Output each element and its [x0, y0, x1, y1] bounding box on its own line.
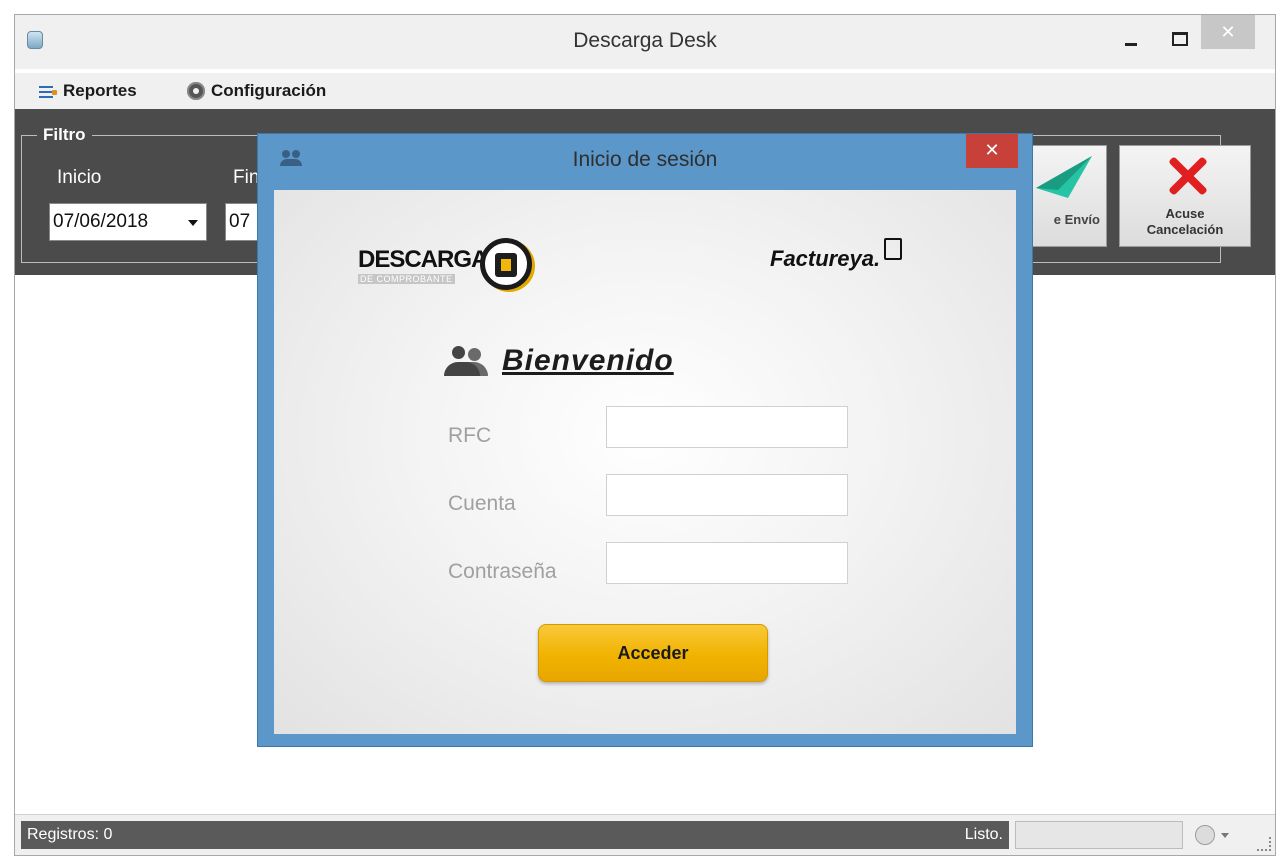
- cuenta-label: Cuenta: [448, 492, 516, 515]
- chevron-down-icon[interactable]: [188, 220, 198, 226]
- inicio-date-picker[interactable]: 07/06/2018: [49, 203, 207, 241]
- menu-bar: Reportes Configuración: [15, 73, 1275, 109]
- menu-configuracion[interactable]: Configuración: [187, 73, 326, 109]
- close-button[interactable]: ✕: [1201, 15, 1255, 49]
- download-icon: [480, 238, 532, 290]
- descarga-logo-subtext: DE COMPROBANTE: [358, 274, 455, 284]
- inicio-label: Inicio: [57, 167, 102, 188]
- status-dropdown-icon[interactable]: [1221, 833, 1229, 838]
- status-bar: Registros: 0 Listo.: [15, 814, 1275, 855]
- status-ready: Listo.: [964, 826, 1003, 843]
- title-bar: Descarga Desk ✕: [15, 15, 1275, 69]
- dialog-content: DESCARGA DE COMPROBANTE Factureya. Bienv…: [274, 190, 1016, 734]
- acceder-button[interactable]: Acceder: [538, 624, 768, 682]
- status-progress-bar: [1015, 821, 1183, 849]
- menu-reportes[interactable]: Reportes: [39, 73, 137, 109]
- acuse-label-line2: Cancelación: [1146, 222, 1224, 237]
- hand-icon[interactable]: [1195, 825, 1215, 845]
- status-records: Registros: 0: [27, 826, 113, 843]
- reportes-icon: [39, 84, 57, 98]
- users-icon: [444, 346, 488, 376]
- resize-grip[interactable]: [1257, 837, 1271, 851]
- cancel-x-icon: [1164, 152, 1212, 200]
- menu-reportes-label: Reportes: [63, 81, 137, 100]
- acuse-label-line1: Acuse: [1165, 206, 1205, 221]
- menu-configuracion-label: Configuración: [211, 81, 327, 100]
- document-icon: [884, 238, 903, 260]
- maximize-button[interactable]: [1163, 23, 1193, 53]
- filter-legend: Filtro: [37, 125, 92, 145]
- cuenta-input[interactable]: [606, 474, 848, 516]
- password-input[interactable]: [606, 542, 848, 584]
- factureya-logo-text: Factureya.: [770, 246, 881, 271]
- dialog-close-button[interactable]: ✕: [966, 134, 1018, 168]
- acuse-cancelacion-button[interactable]: Acuse Cancelación: [1119, 145, 1251, 247]
- password-label: Contraseña: [448, 560, 557, 583]
- welcome-text: Bienvenido: [502, 344, 674, 377]
- minimize-button[interactable]: [1117, 23, 1145, 53]
- gear-icon: [187, 82, 205, 100]
- descarga-logo-text: DESCARGA: [358, 246, 488, 273]
- factureya-logo: Factureya.: [770, 238, 903, 272]
- dialog-title: Inicio de sesión: [572, 148, 718, 171]
- window-title: Descarga Desk: [573, 29, 717, 52]
- inicio-date-value: 07/06/2018: [53, 211, 149, 232]
- status-records-area: Registros: 0 Listo.: [21, 821, 1009, 849]
- fin-label: Fin: [233, 167, 260, 188]
- fin-date-value: 07: [229, 211, 251, 232]
- rfc-label: RFC: [448, 424, 492, 447]
- rfc-input[interactable]: [606, 406, 848, 448]
- login-dialog: Inicio de sesión ✕ DESCARGA DE COMPROBAN…: [257, 133, 1033, 747]
- descarga-logo: DESCARGA DE COMPROBANTE: [358, 238, 558, 298]
- welcome-heading: Bienvenido: [444, 338, 674, 384]
- acuse-cancelacion-label: Acuse Cancelación: [1120, 206, 1250, 238]
